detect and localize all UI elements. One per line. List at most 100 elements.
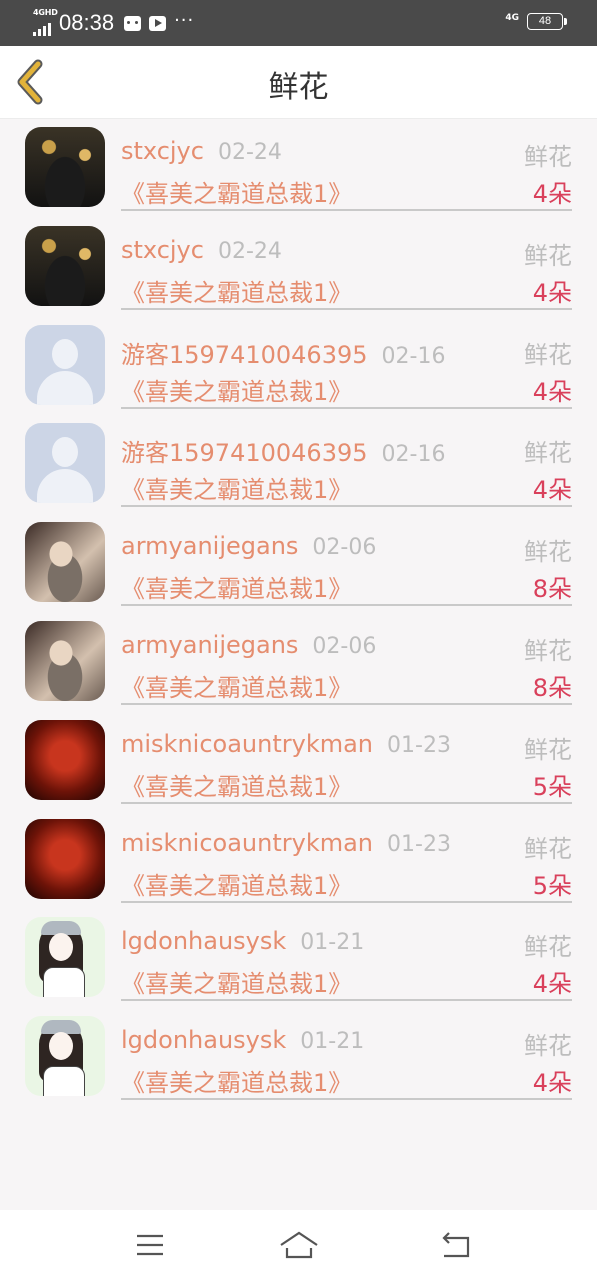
gift-record-row[interactable]: 游客1597410046395 02-16 鲜花 《喜美之霸道总裁1》 4朵 — [0, 317, 597, 416]
gift-record-row[interactable]: armyanijegans 02-06 鲜花 《喜美之霸道总裁1》 8朵 — [0, 514, 597, 613]
gift-date: 02-16 — [381, 442, 446, 468]
shirt-shape — [43, 967, 85, 998]
book-title[interactable]: 《喜美之霸道总裁1》 — [121, 767, 352, 802]
gift-date: 02-16 — [381, 343, 446, 369]
home-button[interactable] — [278, 1228, 320, 1262]
user-info: armyanijegans 02-06 — [121, 532, 376, 560]
gift-type: 鲜花 — [524, 636, 572, 665]
avatar-red-text-photo[interactable] — [25, 818, 105, 899]
gift-type: 鲜花 — [524, 933, 572, 962]
row-divider — [121, 307, 572, 310]
book-title[interactable]: 《喜美之霸道总裁1》 — [121, 569, 352, 604]
username[interactable]: armyanijegans — [121, 532, 298, 560]
silhouette-body — [37, 370, 93, 405]
username[interactable]: lgdonhausysk — [121, 927, 286, 955]
gift-type: 鲜花 — [524, 1032, 572, 1061]
avatar-dark-photo[interactable] — [25, 225, 105, 306]
signal-icon — [33, 22, 51, 36]
menu-button[interactable] — [130, 1228, 170, 1262]
gift-record-row[interactable]: misknicoauntrykman 01-23 鲜花 《喜美之霸道总裁1》 5朵 — [0, 712, 597, 811]
gift-quantity: 4朵 — [532, 377, 572, 406]
row-divider — [121, 900, 572, 903]
user-info: misknicoauntrykman 01-23 — [121, 829, 451, 857]
gift-record-row[interactable]: 游客1597410046395 02-16 鲜花 《喜美之霸道总裁1》 4朵 — [0, 415, 597, 514]
username[interactable]: armyanijegans — [121, 631, 298, 659]
book-title[interactable]: 《喜美之霸道总裁1》 — [121, 964, 352, 999]
avatar-girl-illustration[interactable] — [25, 1016, 105, 1097]
gift-date: 02-24 — [217, 140, 282, 165]
gift-quantity: 4朵 — [532, 278, 572, 307]
user-info: lgdonhausysk 01-21 — [121, 1026, 364, 1054]
gift-type: 鲜花 — [524, 834, 572, 863]
gift-record-row[interactable]: stxcjyc 02-24 鲜花 《喜美之霸道总裁1》 4朵 — [0, 218, 597, 317]
face-shape — [49, 1032, 73, 1061]
gift-quantity: 4朵 — [532, 180, 572, 208]
silhouette-head — [52, 437, 78, 468]
header: 鲜花 — [0, 46, 597, 119]
avatar-red-text-photo[interactable] — [25, 719, 105, 800]
gift-type: 鲜花 — [524, 735, 572, 764]
username[interactable]: misknicoauntrykman — [121, 730, 373, 758]
video-app-icon — [149, 15, 167, 31]
row-divider — [121, 209, 572, 211]
gift-date: 01-23 — [387, 732, 451, 758]
silhouette-body — [37, 469, 93, 504]
book-title[interactable]: 《喜美之霸道总裁1》 — [121, 174, 352, 209]
username[interactable]: 游客1597410046395 — [121, 439, 368, 467]
username[interactable]: lgdonhausysk — [121, 1026, 286, 1054]
gift-date: 01-21 — [300, 930, 365, 956]
clock-time: 08:38 — [59, 10, 115, 35]
username[interactable]: stxcjyc — [121, 137, 204, 165]
book-title[interactable]: 《喜美之霸道总裁1》 — [121, 866, 352, 901]
avatar-scarf-photo[interactable] — [25, 522, 105, 603]
battery-icon: 48 — [527, 13, 567, 30]
gift-record-row[interactable]: stxcjyc 02-24 鲜花 《喜美之霸道总裁1》 4朵 — [0, 119, 597, 218]
gift-date: 02-24 — [217, 238, 282, 264]
gift-record-row[interactable]: lgdonhausysk 01-21 鲜花 《喜美之霸道总裁1》 4朵 — [0, 1008, 597, 1107]
gift-quantity: 5朵 — [532, 772, 572, 801]
gift-type: 鲜花 — [524, 340, 572, 369]
gift-quantity: 5朵 — [532, 871, 572, 900]
shirt-shape — [43, 1066, 85, 1097]
book-title[interactable]: 《喜美之霸道总裁1》 — [121, 470, 352, 505]
row-divider — [121, 999, 572, 1002]
user-info: 游客1597410046395 02-16 — [121, 335, 445, 370]
gift-date: 02-06 — [312, 633, 377, 659]
page-title: 鲜花 — [268, 70, 329, 105]
back-icon — [442, 1232, 470, 1258]
avatar-girl-illustration[interactable] — [25, 917, 105, 998]
book-title[interactable]: 《喜美之霸道总裁1》 — [121, 372, 352, 407]
gift-date: 02-06 — [312, 535, 377, 561]
avatar-guest-silhouette[interactable] — [25, 324, 105, 405]
username[interactable]: 游客1597410046395 — [121, 341, 368, 369]
avatar-guest-silhouette[interactable] — [25, 423, 105, 504]
back-nav-button[interactable] — [436, 1228, 476, 1262]
avatar-scarf-photo[interactable] — [25, 620, 105, 701]
gift-type: 鲜花 — [524, 241, 572, 270]
more-notifications-icon: ··· — [174, 9, 195, 31]
gift-quantity: 8朵 — [532, 673, 572, 702]
book-title[interactable]: 《喜美之霸道总裁1》 — [121, 668, 352, 703]
mobile-data-label: 4G — [505, 12, 519, 23]
row-divider — [121, 406, 572, 409]
gift-record-row[interactable]: misknicoauntrykman 01-23 鲜花 《喜美之霸道总裁1》 5朵 — [0, 811, 597, 910]
row-divider — [121, 801, 572, 804]
home-icon — [280, 1231, 318, 1259]
gift-quantity: 4朵 — [532, 1069, 572, 1098]
gift-date: 01-23 — [387, 831, 451, 857]
user-info: stxcjyc 02-24 — [121, 137, 282, 165]
gift-type: 鲜花 — [524, 143, 572, 171]
avatar-dark-photo[interactable] — [25, 127, 105, 207]
book-title[interactable]: 《喜美之霸道总裁1》 — [121, 273, 352, 308]
gift-type: 鲜花 — [524, 439, 572, 468]
gift-record-row[interactable]: armyanijegans 02-06 鲜花 《喜美之霸道总裁1》 8朵 — [0, 613, 597, 712]
row-divider — [121, 604, 572, 607]
username[interactable]: stxcjyc — [121, 236, 204, 264]
username[interactable]: misknicoauntrykman — [121, 829, 373, 857]
gift-date: 01-21 — [300, 1029, 365, 1055]
user-info: 游客1597410046395 02-16 — [121, 433, 445, 468]
gift-record-row[interactable]: lgdonhausysk 01-21 鲜花 《喜美之霸道总裁1》 4朵 — [0, 909, 597, 1008]
network-type-label: 4GHD — [33, 8, 58, 17]
gift-quantity: 4朵 — [532, 970, 572, 999]
book-title[interactable]: 《喜美之霸道总裁1》 — [121, 1063, 352, 1098]
